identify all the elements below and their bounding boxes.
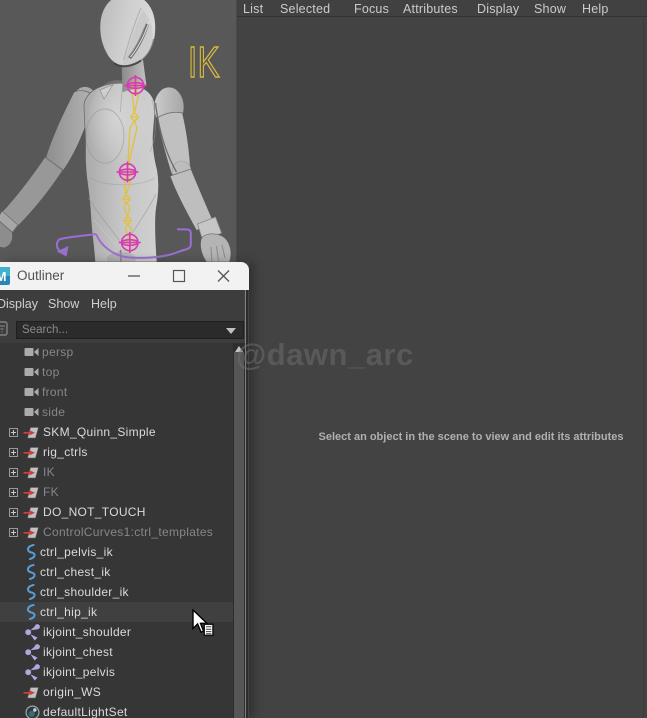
- svg-text:IK: IK: [188, 39, 220, 88]
- svg-text:M: M: [0, 269, 6, 284]
